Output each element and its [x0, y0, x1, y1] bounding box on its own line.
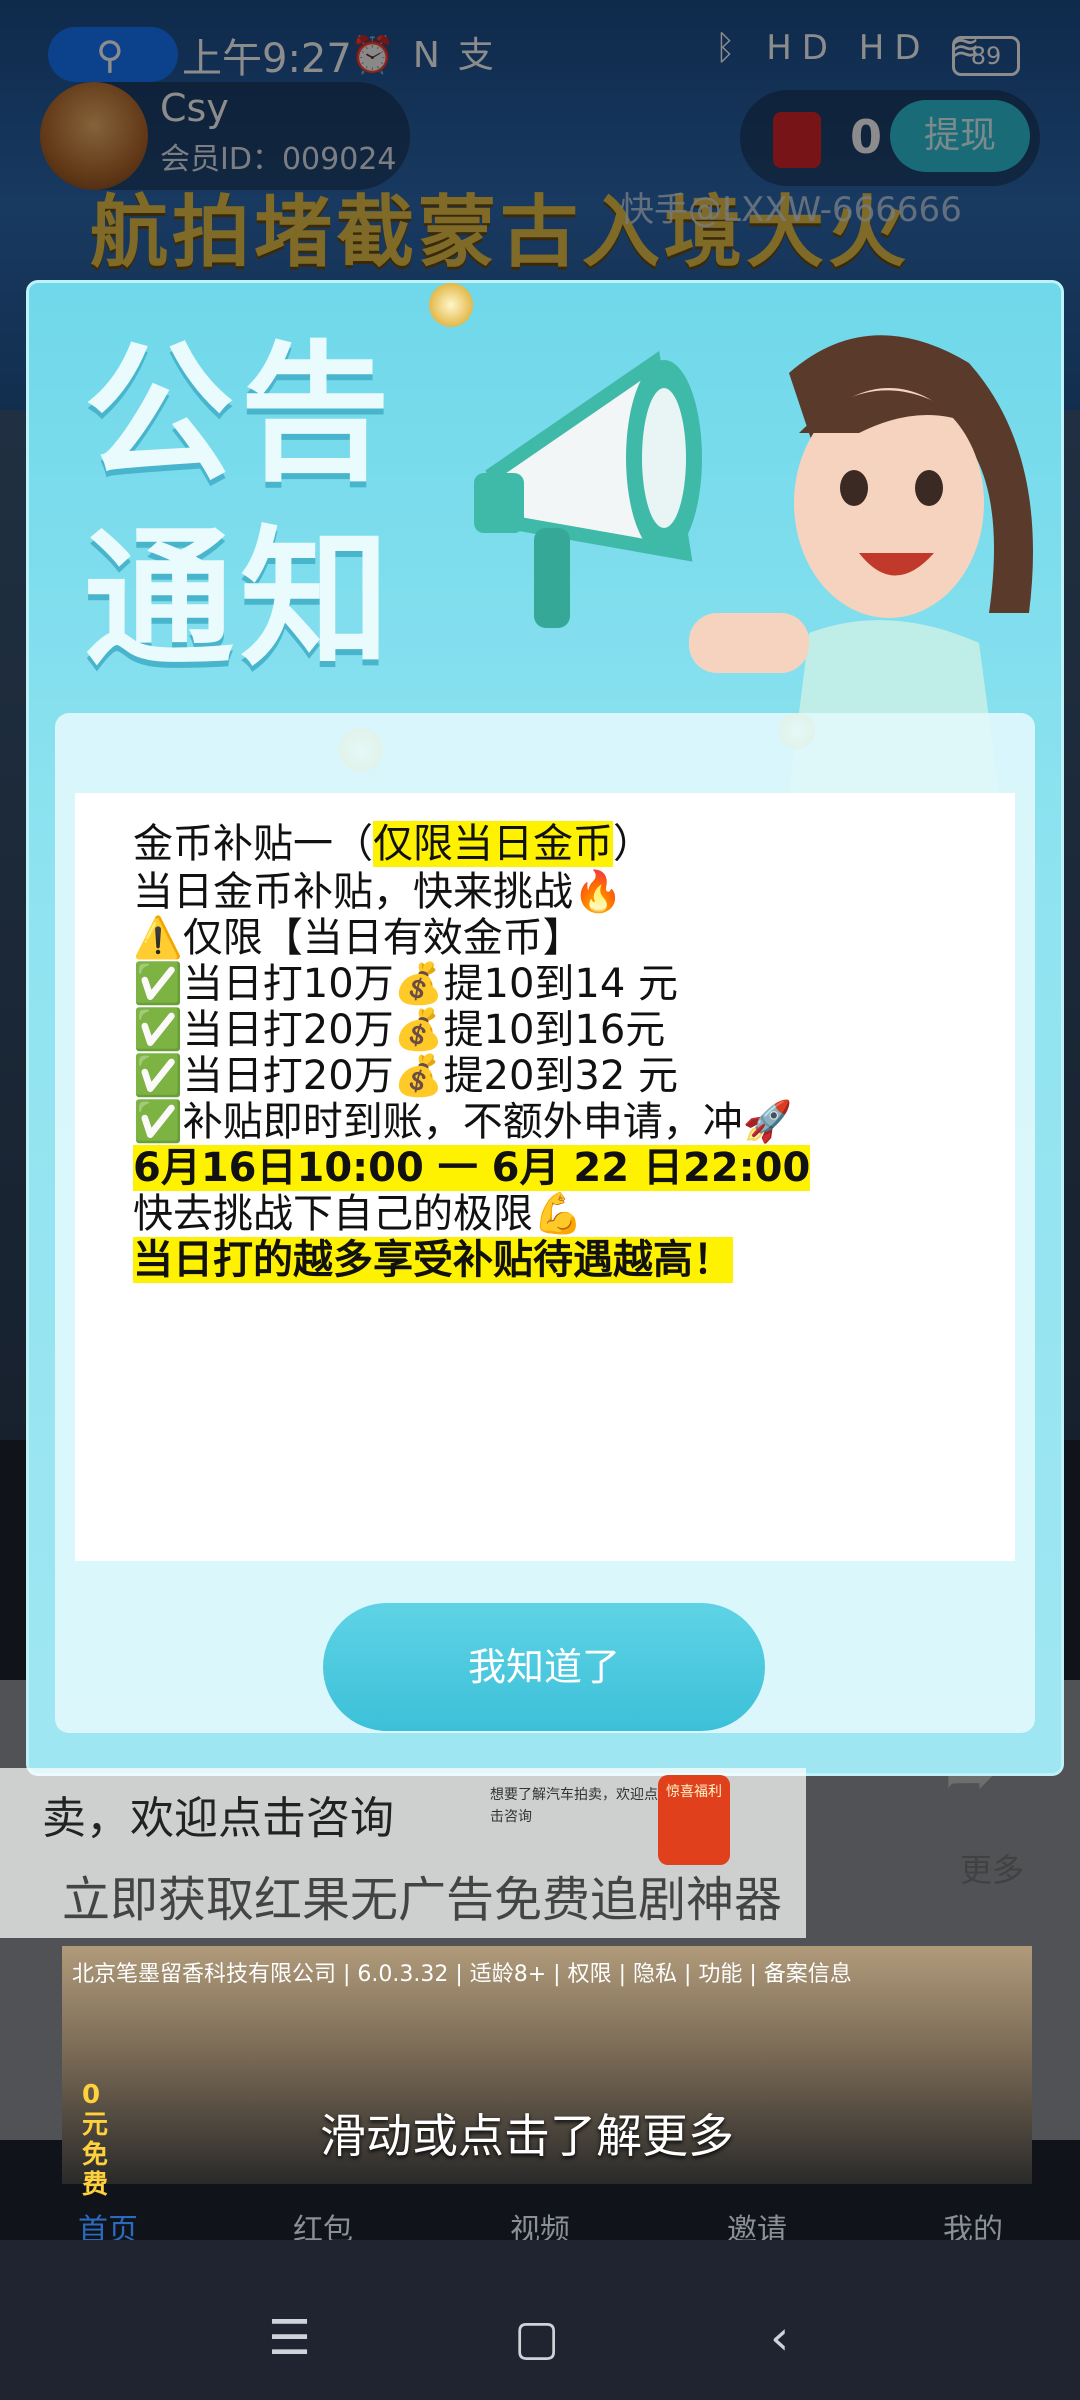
menu-icon[interactable]: ☰	[268, 2310, 311, 2366]
dialog-headline: 公告 通知	[84, 323, 484, 693]
acknowledge-button[interactable]: 我知道了	[323, 1603, 765, 1731]
headline-line-1: 公告	[84, 328, 397, 502]
content-line-10: 当日打的越多享受补贴待遇越高！	[133, 1237, 733, 1283]
ad-product-image: 惊喜福利	[658, 1775, 730, 1865]
ad-can-label: 惊喜福利	[666, 1784, 722, 1800]
coin-decoration	[429, 283, 473, 327]
home-icon[interactable]: ▢	[514, 2310, 559, 2366]
headline-line-2: 通知	[84, 513, 397, 687]
announcement-content: 金币补贴一（仅限当日金币） 当日金币补贴，快来挑战🔥 ⚠️仅限【当日有效金币】 …	[75, 793, 1015, 1561]
back-icon[interactable]: ‹	[770, 2310, 789, 2366]
ad-headline[interactable]: 卖，欢迎点击咨询	[42, 1782, 394, 1846]
announcement-dialog: 公告 通知 金币补贴一（仅限当日金币） 当日金币补贴，快来挑战🔥 ⚠️仅限【当日…	[26, 280, 1064, 1776]
ad-small-text: 想要了解汽车拍卖，欢迎点击咨询	[490, 1787, 658, 1825]
ad-company-info[interactable]: 北京笔墨留香科技有限公司 | 6.0.3.32 | 适龄8+ | 权限 | 隐私…	[72, 1956, 852, 1988]
ad-promo-text[interactable]: 立即获取红果无广告免费追剧神器	[62, 1860, 782, 1930]
